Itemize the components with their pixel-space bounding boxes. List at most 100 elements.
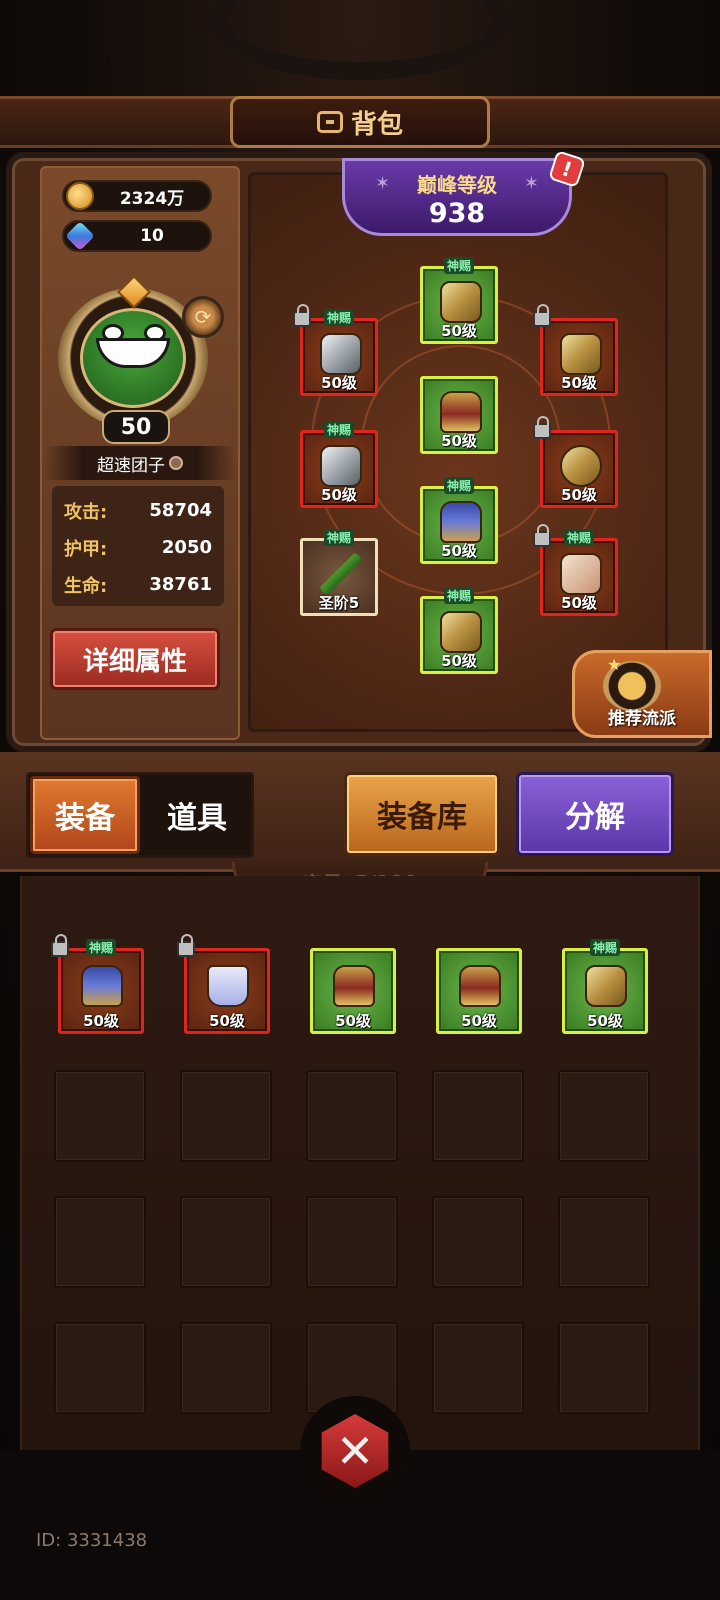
close-icon: ✕ <box>321 1414 389 1488</box>
empty-slot[interactable] <box>306 1196 398 1288</box>
page-title: 背包 <box>350 109 403 140</box>
empty-slot[interactable] <box>558 1070 650 1162</box>
chest-armor-icon <box>440 391 482 433</box>
item-level: 50级 <box>461 1012 497 1030</box>
bag-item[interactable]: 50级 <box>177 934 270 1034</box>
star-icon: ✶ <box>375 173 391 194</box>
star-icon: ★ <box>607 655 622 674</box>
empty-slot[interactable] <box>558 1196 650 1288</box>
pants-icon <box>207 965 249 1007</box>
recommend-build-button[interactable]: ★ 推荐流派 <box>572 650 712 738</box>
item-level: 50级 <box>561 594 597 612</box>
peak-level-banner[interactable]: ✶ ✶ 巅峰等级 938 <box>342 158 572 236</box>
equip-slot-gauntlet[interactable]: 神赐 50级 <box>300 421 378 508</box>
item-level: 50级 <box>83 1012 119 1030</box>
lock-icon <box>533 304 551 327</box>
equip-slot-helmet[interactable]: 神赐 50级 <box>420 257 498 344</box>
bag-item[interactable]: 50级 <box>436 948 522 1034</box>
hero-avatar[interactable]: ⟳ <box>46 275 226 430</box>
divine-tag: 神赐 <box>323 309 355 326</box>
gauntlet-icon <box>320 445 362 487</box>
necklace-icon <box>560 333 602 375</box>
equip-slot-pants[interactable]: 神赐 50级 <box>420 477 498 564</box>
equip-slot-chest[interactable]: 50级 <box>420 376 498 454</box>
tab-equipment[interactable]: 装备 <box>30 776 140 854</box>
equip-slot-shoulder[interactable]: 神赐 50级 <box>293 304 378 396</box>
helmet-icon <box>440 281 482 323</box>
stat-value: 58704 <box>149 500 212 521</box>
empty-slot[interactable] <box>54 1322 146 1414</box>
stat-value: 38761 <box>149 574 212 595</box>
empty-slot[interactable] <box>432 1196 524 1288</box>
divine-tag: 神赐 <box>323 421 355 438</box>
chest-armor-icon <box>333 965 375 1007</box>
empty-slot[interactable] <box>180 1070 272 1162</box>
item-level: 圣阶5 <box>318 594 360 612</box>
stat-label: 护甲: <box>64 538 108 560</box>
lock-icon <box>533 524 551 547</box>
item-level: 50级 <box>321 374 357 392</box>
empty-slot[interactable] <box>54 1196 146 1288</box>
coin-icon <box>66 182 94 210</box>
divine-tag: 神赐 <box>443 477 475 494</box>
stat-armor: 护甲: 2050 <box>64 529 212 566</box>
empty-slot[interactable] <box>432 1322 524 1414</box>
peak-level-value: 938 <box>428 198 486 229</box>
hero-name-strip: 超速团子 <box>44 446 236 480</box>
tab-items[interactable]: 道具 <box>142 776 252 854</box>
decompose-button[interactable]: 分解 <box>516 772 674 856</box>
divine-tag: 神赐 <box>323 529 355 546</box>
item-level: 50级 <box>587 1012 623 1030</box>
gold-amount: 2324万 <box>119 188 185 209</box>
bag-item[interactable]: 神赐 50级 <box>51 934 144 1034</box>
shoulder-armor-icon <box>320 333 362 375</box>
recommend-label: 推荐流派 <box>608 709 676 729</box>
refresh-icon[interactable]: ⟳ <box>182 296 224 338</box>
item-level: 50级 <box>561 486 597 504</box>
equip-slot-amulet[interactable]: 神赐 50级 <box>533 524 618 616</box>
divine-tag: 神赐 <box>443 587 475 604</box>
pants-icon <box>440 501 482 543</box>
item-level: 50级 <box>441 652 477 670</box>
gold-display: 2324万 <box>62 180 212 212</box>
equip-slot-weapon[interactable]: 神赐 圣阶5 <box>300 529 378 616</box>
equip-slot-necklace[interactable]: 50级 <box>533 304 618 396</box>
gem-display: 10 <box>62 220 212 252</box>
item-level: 50级 <box>441 432 477 450</box>
title-plate: 背包 <box>230 96 490 148</box>
divine-tag: 神赐 <box>563 529 595 546</box>
equip-slot-ring[interactable]: 50级 <box>533 416 618 508</box>
hero-name: 超速团子 <box>97 455 165 476</box>
empty-slot[interactable] <box>558 1322 650 1414</box>
inventory-screen: 背包 2324万 10 ⟳ 50 超速团子 攻击: 58704 护甲: 2050 <box>0 0 720 1600</box>
empty-slot[interactable] <box>432 1070 524 1162</box>
chest-armor-icon <box>459 965 501 1007</box>
lock-icon <box>293 304 311 327</box>
amulet-icon <box>560 553 602 595</box>
star-icon: ✶ <box>523 173 539 194</box>
divine-tag: 神赐 <box>589 939 621 956</box>
bag-item[interactable]: 50级 <box>310 948 396 1034</box>
detail-attributes-button[interactable]: 详细属性 <box>50 628 220 690</box>
blue-armor-icon <box>81 965 123 1007</box>
stat-label: 攻击: <box>64 501 108 523</box>
item-level: 50级 <box>321 486 357 504</box>
staff-icon <box>320 553 362 595</box>
divine-tag: 神赐 <box>85 939 117 956</box>
empty-slot[interactable] <box>180 1196 272 1288</box>
warehouse-button[interactable]: 装备库 <box>344 772 500 856</box>
equip-slot-boots[interactable]: 神赐 50级 <box>420 587 498 674</box>
close-button[interactable]: ✕ <box>300 1396 410 1506</box>
item-level: 50级 <box>335 1012 371 1030</box>
item-level: 50级 <box>209 1012 245 1030</box>
background-ornament <box>210 0 510 80</box>
user-id: ID: 3331438 <box>36 1530 148 1551</box>
divine-tag: 神赐 <box>443 257 475 274</box>
gem-amount: 10 <box>140 226 164 246</box>
empty-slot[interactable] <box>306 1070 398 1162</box>
empty-slot[interactable] <box>180 1322 272 1414</box>
bag-item[interactable]: 神赐 50级 <box>562 939 648 1034</box>
ring-icon <box>560 445 602 487</box>
empty-slot[interactable] <box>54 1070 146 1162</box>
lock-icon <box>533 416 551 439</box>
